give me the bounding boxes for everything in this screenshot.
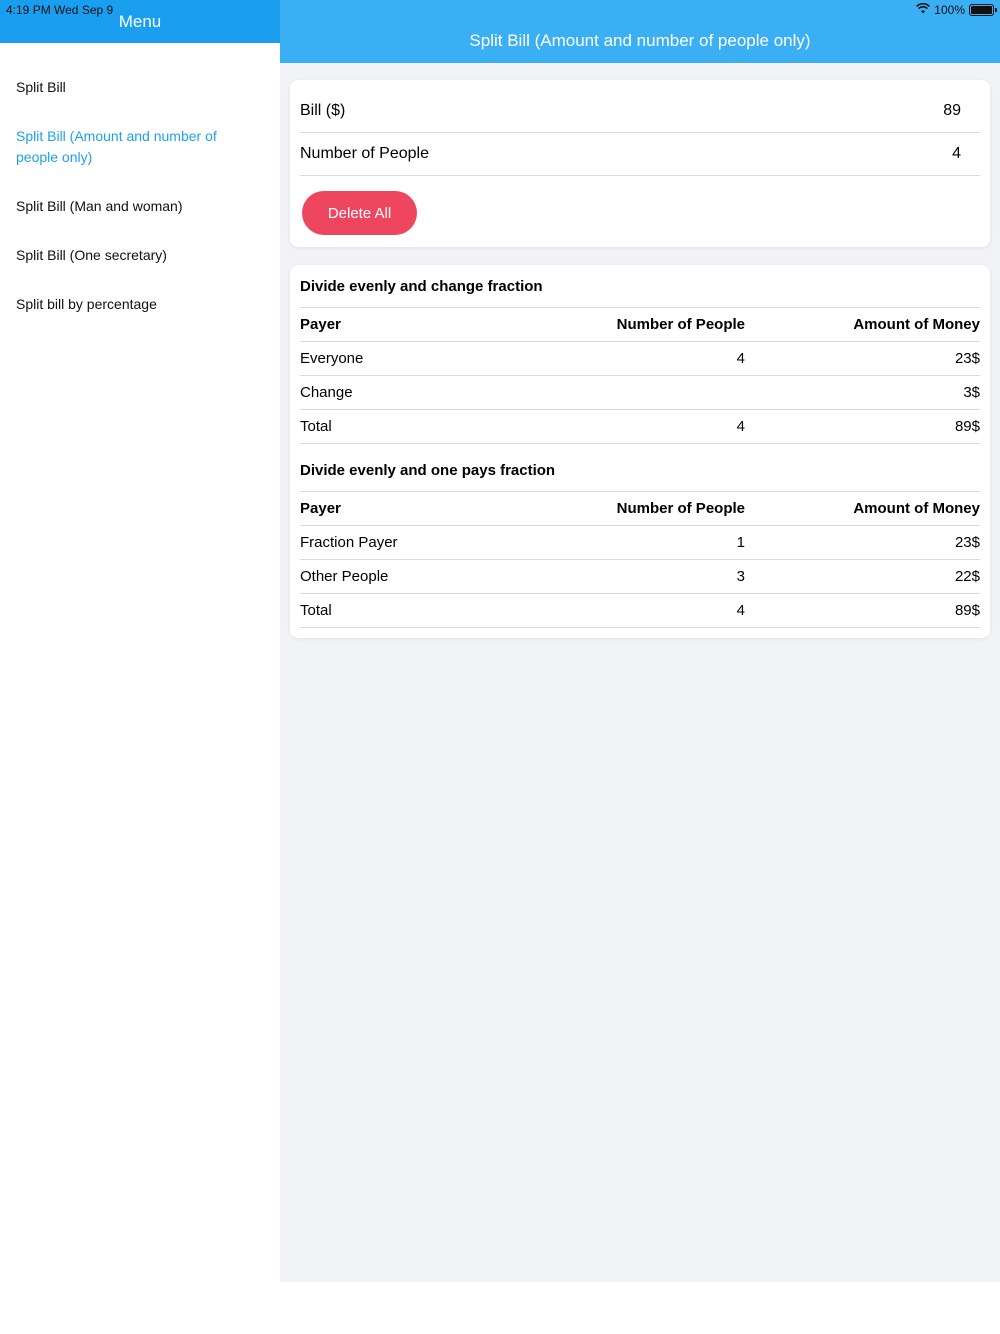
- header-payer: Payer: [300, 500, 341, 517]
- table-row: Everyone 4 23$: [300, 342, 980, 376]
- cell-payer: Other People: [300, 568, 389, 585]
- battery-percent: 100%: [934, 3, 965, 17]
- cell-payer: Change: [300, 384, 353, 401]
- header-number-of-people: Number of People: [616, 316, 745, 333]
- cell-people: 4: [736, 602, 745, 619]
- cell-amount: 23$: [954, 534, 980, 551]
- bottom-strip: [0, 1282, 1000, 1334]
- sidebar-menu: Split Bill Split Bill (Amount and number…: [0, 43, 280, 315]
- section-title: Divide evenly and change fraction: [300, 265, 980, 308]
- header-number-of-people: Number of People: [616, 500, 745, 517]
- cell-amount: 3$: [963, 384, 980, 401]
- bill-input[interactable]: 89: [943, 102, 980, 120]
- header-amount-of-money: Amount of Money: [853, 316, 980, 333]
- status-indicators: 100%: [916, 2, 997, 17]
- sidebar-title: Menu: [118, 12, 162, 31]
- table-row: Other People 3 22$: [300, 560, 980, 594]
- header-amount-of-money: Amount of Money: [853, 500, 980, 517]
- bill-label: Bill ($): [300, 102, 346, 119]
- table-row: Total 4 89$: [300, 410, 980, 444]
- table-row: Total 4 89$: [300, 594, 980, 628]
- battery-icon: [969, 4, 997, 16]
- sidebar-item-split-bill-one-secretary[interactable]: Split Bill (One secretary): [0, 245, 250, 266]
- cell-people: 4: [736, 350, 745, 367]
- cell-people: 1: [736, 534, 745, 551]
- sidebar-item-split-bill[interactable]: Split Bill: [0, 77, 250, 98]
- cell-payer: Total: [300, 602, 332, 619]
- cell-amount: 89$: [954, 418, 980, 435]
- delete-all-button[interactable]: Delete All: [302, 191, 417, 235]
- cell-payer: Fraction Payer: [300, 534, 398, 551]
- table-header-row: Payer Number of People Amount of Money: [300, 492, 980, 526]
- page-title: Split Bill (Amount and number of people …: [469, 31, 811, 50]
- cell-people: 4: [736, 418, 745, 435]
- sidebar-item-split-bill-man-woman[interactable]: Split Bill (Man and woman): [0, 196, 250, 217]
- wifi-icon: [916, 2, 931, 17]
- main-header: Split Bill (Amount and number of people …: [280, 0, 1000, 63]
- people-input[interactable]: 4: [952, 145, 980, 163]
- cell-people: 3: [736, 568, 745, 585]
- cell-amount: 22$: [954, 568, 980, 585]
- sidebar: Menu Split Bill Split Bill (Amount and n…: [0, 0, 280, 1282]
- main-content: Split Bill (Amount and number of people …: [280, 0, 1000, 1282]
- results-card: Divide evenly and change fraction Payer …: [290, 265, 990, 638]
- cell-payer: Everyone: [300, 350, 364, 367]
- table-row: Change 3$: [300, 376, 980, 410]
- bill-input-row[interactable]: Bill ($) 89: [300, 90, 980, 133]
- sidebar-item-split-bill-amount-people[interactable]: Split Bill (Amount and number of people …: [0, 126, 250, 168]
- cell-payer: Total: [300, 418, 332, 435]
- people-label: Number of People: [300, 145, 429, 162]
- people-input-row[interactable]: Number of People 4: [300, 133, 980, 176]
- table-row: Fraction Payer 1 23$: [300, 526, 980, 560]
- status-time: 4:19 PM Wed Sep 9: [6, 3, 114, 17]
- header-payer: Payer: [300, 316, 341, 333]
- section-title: Divide evenly and one pays fraction: [300, 449, 980, 492]
- input-card: Bill ($) 89 Number of People 4 Delete Al…: [290, 80, 990, 247]
- cell-amount: 23$: [954, 350, 980, 367]
- table-header-row: Payer Number of People Amount of Money: [300, 308, 980, 342]
- sidebar-item-split-bill-percentage[interactable]: Split bill by percentage: [0, 294, 250, 315]
- cell-amount: 89$: [954, 602, 980, 619]
